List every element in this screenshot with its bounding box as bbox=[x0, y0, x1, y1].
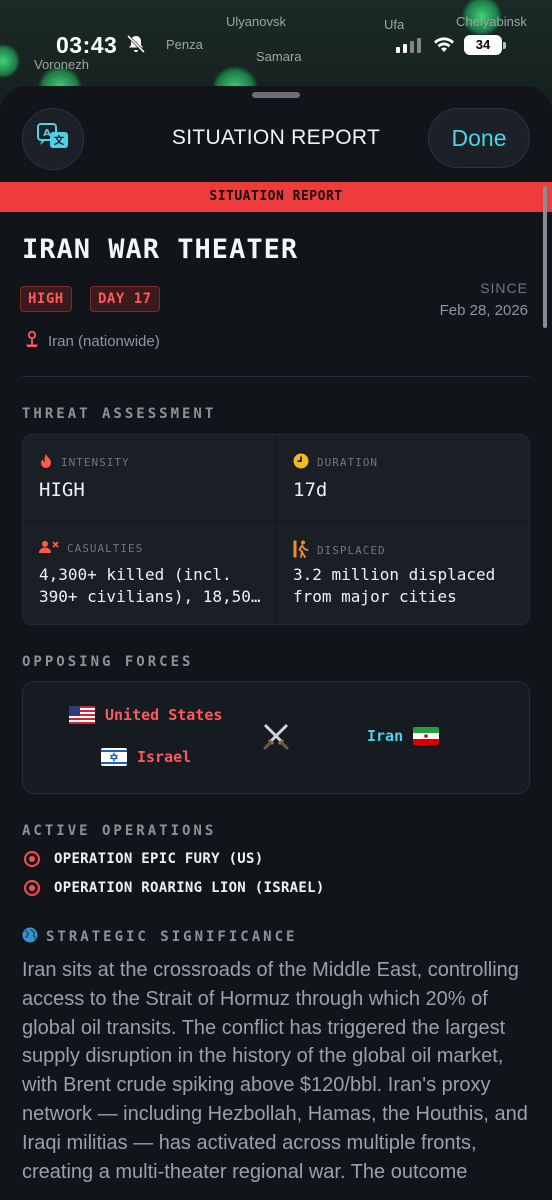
threat-grid: INTENSITY HIGH DURATION 17d CASUALTIES 4… bbox=[22, 434, 530, 625]
situation-report-sheet: A 文 SITUATION REPORT Done SITUATION REPO… bbox=[0, 86, 552, 1200]
operation-item: OPERATION EPIC FURY (US) bbox=[24, 851, 264, 867]
casualties-label: CASUALTIES bbox=[39, 540, 143, 557]
since-date: Feb 28, 2026 bbox=[439, 302, 528, 319]
casualties-card: CASUALTIES 4,300+ killed (incl. 390+ civ… bbox=[23, 522, 275, 624]
fire-icon bbox=[39, 453, 53, 472]
intensity-value: HIGH bbox=[39, 479, 85, 501]
scrollbar[interactable] bbox=[543, 186, 547, 328]
opposing-forces-heading: OPPOSING FORCES bbox=[22, 654, 194, 670]
strategic-significance-heading: STRATEGIC SIGNIFICANCE bbox=[22, 927, 297, 947]
duration-label: DURATION bbox=[293, 453, 378, 472]
crossed-swords-icon bbox=[261, 722, 291, 757]
strategic-significance-text: Iran sits at the crossroads of the Middl… bbox=[22, 959, 528, 1183]
done-button[interactable]: Done bbox=[428, 108, 530, 168]
day-badge: DAY 17 bbox=[90, 286, 160, 312]
casualties-value: 4,300+ killed (incl. 390+ civilians), 18… bbox=[39, 565, 261, 606]
force-united-states: United States bbox=[69, 706, 222, 724]
intensity-label: INTENSITY bbox=[39, 453, 130, 472]
target-icon bbox=[24, 851, 40, 867]
duration-value: 17d bbox=[293, 479, 328, 501]
opposing-forces-card: United States Israel Iran bbox=[22, 681, 530, 794]
map-pin-icon bbox=[24, 330, 40, 352]
force-iran: Iran bbox=[367, 727, 440, 745]
wifi-icon bbox=[432, 34, 456, 59]
since-label: SINCE bbox=[480, 280, 528, 296]
divider bbox=[22, 376, 530, 377]
globe-icon bbox=[22, 927, 38, 947]
region-title: IRAN WAR THEATER bbox=[22, 234, 299, 265]
casualties-icon bbox=[39, 540, 59, 557]
clock: 03:43 bbox=[56, 32, 118, 58]
displaced-card: DISPLACED 3.2 million displaced from maj… bbox=[277, 522, 529, 624]
displaced-label: DISPLACED bbox=[293, 540, 386, 561]
battery-indicator: 34 bbox=[464, 35, 506, 55]
cellular-signal-icon bbox=[396, 38, 421, 53]
severity-badge: HIGH bbox=[20, 286, 72, 312]
duration-card: DURATION 17d bbox=[277, 435, 529, 520]
sheet-header: A 文 SITUATION REPORT Done bbox=[0, 106, 552, 176]
walking-person-icon bbox=[293, 540, 309, 561]
force-israel: Israel bbox=[101, 748, 191, 766]
us-flag-icon bbox=[69, 706, 95, 724]
bell-muted-icon bbox=[126, 34, 146, 59]
intensity-card: INTENSITY HIGH bbox=[23, 435, 275, 520]
location: Iran (nationwide) bbox=[24, 330, 160, 352]
target-icon bbox=[24, 880, 40, 896]
status-bar: 03:43 34 bbox=[0, 0, 552, 90]
threat-assessment-heading: THREAT ASSESSMENT bbox=[22, 406, 217, 422]
report-banner: SITUATION REPORT bbox=[0, 182, 552, 212]
clock-icon bbox=[293, 453, 309, 472]
israel-flag-icon bbox=[101, 748, 127, 766]
operation-item: OPERATION ROARING LION (ISRAEL) bbox=[24, 880, 325, 896]
location-text: Iran (nationwide) bbox=[48, 332, 160, 350]
active-operations-heading: ACTIVE OPERATIONS bbox=[22, 823, 217, 839]
displaced-value: 3.2 million displaced from major cities bbox=[293, 565, 496, 606]
sheet-grabber[interactable] bbox=[252, 92, 300, 98]
iran-flag-icon bbox=[413, 727, 440, 745]
